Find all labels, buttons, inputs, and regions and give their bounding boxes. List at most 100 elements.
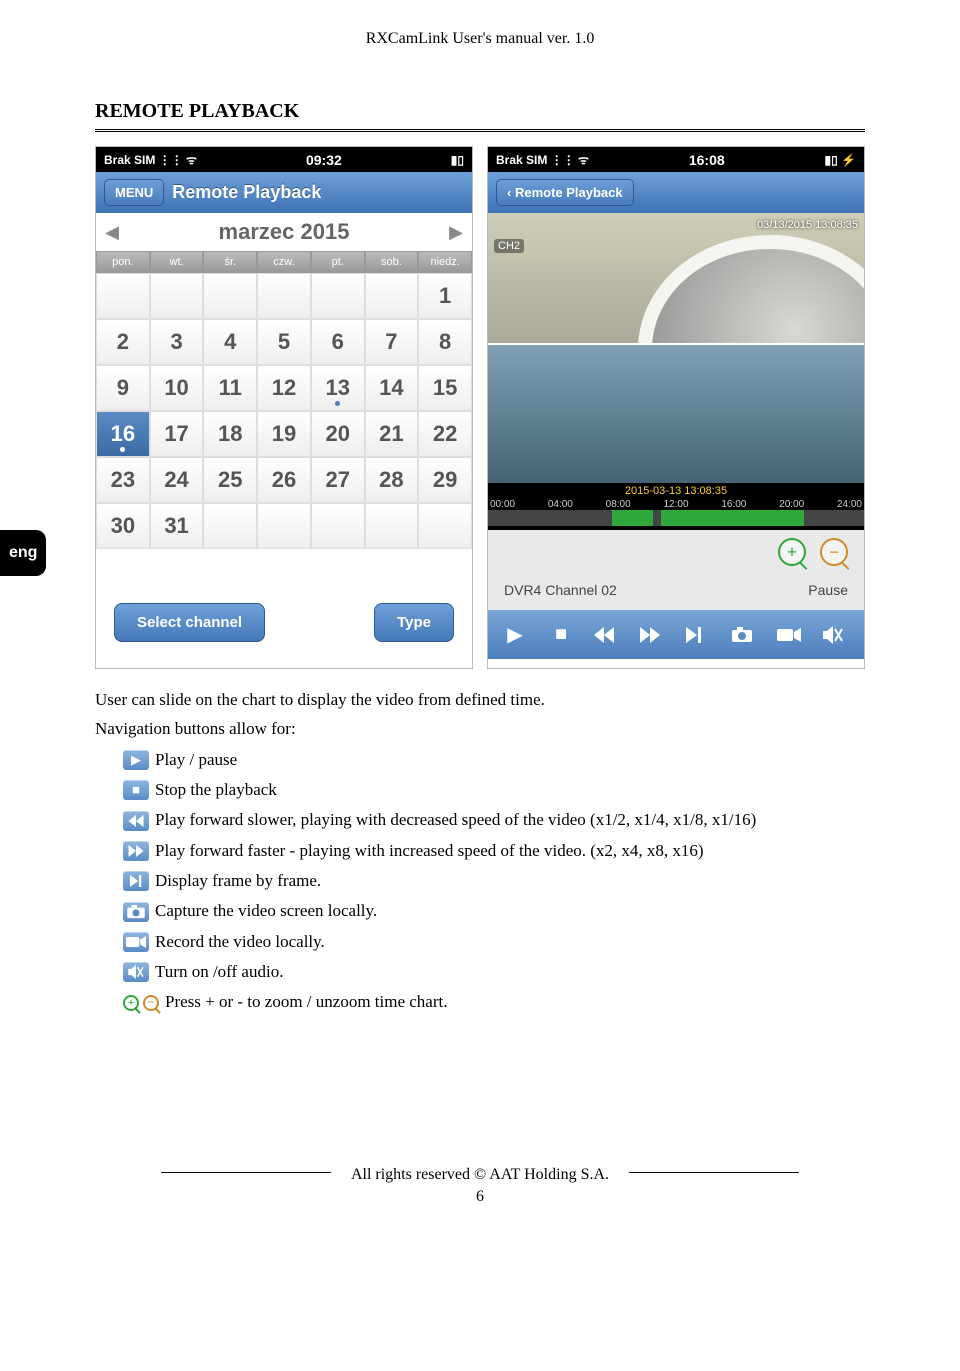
desc-p2: Navigation buttons allow for: — [95, 716, 865, 742]
calendar-day-cell — [311, 503, 365, 549]
month-prev-button[interactable]: ◀ — [96, 222, 128, 243]
legend-play: Play / pause — [155, 747, 237, 773]
timeline-tick: 08:00 — [606, 499, 631, 510]
month-next-button[interactable]: ▶ — [440, 222, 472, 243]
wifi-icon: ⋮⋮ ᯤ — [159, 153, 197, 167]
timeline-tick: 20:00 — [779, 499, 804, 510]
calendar-day-cell[interactable]: 15 — [418, 365, 472, 411]
calendar-day-cell[interactable]: 16 — [96, 411, 150, 457]
record-button[interactable] — [777, 628, 805, 642]
calendar-day-cell[interactable]: 27 — [311, 457, 365, 503]
zoom-row: + − — [488, 530, 864, 574]
timeline-bar[interactable] — [488, 510, 864, 526]
zoom-icons: + − — [123, 995, 159, 1011]
icon-legend: ▶Play / pause ■Stop the playback Play fo… — [95, 747, 865, 1016]
calendar-day-cell[interactable]: 26 — [257, 457, 311, 503]
zoom-out-button[interactable]: − — [820, 538, 848, 566]
status-carrier: Brak SIM ⋮⋮ ᯤ — [496, 151, 589, 168]
back-button[interactable]: ‹ Remote Playback — [496, 179, 634, 206]
phone-playback: Brak SIM ⋮⋮ ᯤ 16:08 ▮▯ ⚡ ‹ Remote Playba… — [487, 146, 865, 669]
timeline-tick: 16:00 — [721, 499, 746, 510]
calendar-day-cell[interactable]: 14 — [365, 365, 419, 411]
calendar-day-cell — [203, 273, 257, 319]
calendar-day-cell — [365, 273, 419, 319]
fast-button[interactable] — [639, 627, 667, 643]
slow-icon — [123, 811, 149, 831]
audio-button[interactable] — [823, 626, 851, 644]
frame-step-button[interactable] — [685, 627, 713, 643]
weekday-header: pon.wt.śr.czw.pt.sob.niedz. — [96, 251, 472, 273]
timeline-segment — [661, 510, 804, 526]
weekday-cell: pt. — [311, 251, 365, 273]
legend-faster: Play forward faster - playing with incre… — [155, 838, 704, 864]
video-timestamp: 03/13/2015 13:08:35 — [757, 219, 858, 231]
timeline-segment — [612, 510, 653, 526]
description: User can slide on the chart to display t… — [95, 687, 865, 1016]
calendar-day-cell[interactable]: 20 — [311, 411, 365, 457]
record-icon — [123, 932, 149, 952]
weekday-cell: pon. — [96, 251, 150, 273]
nav-bar: ‹ Remote Playback — [488, 172, 864, 213]
calendar-day-cell[interactable]: 3 — [150, 319, 204, 365]
menu-button[interactable]: MENU — [104, 179, 164, 206]
legend-slower: Play forward slower, playing with decrea… — [155, 807, 756, 833]
month-nav: ◀ marzec 2015 ▶ — [96, 213, 472, 251]
slow-button[interactable] — [593, 627, 621, 643]
play-button[interactable]: ▶ — [501, 622, 529, 647]
calendar-grid: 1234567891011121314151617181920212223242… — [96, 273, 472, 549]
section-rule — [95, 129, 865, 132]
calendar-day-cell[interactable]: 2 — [96, 319, 150, 365]
timeline-tick: 04:00 — [548, 499, 573, 510]
timeline[interactable]: 2015-03-13 13:08:35 00:0004:0008:0012:00… — [488, 483, 864, 530]
weekday-cell: czw. — [257, 251, 311, 273]
calendar-day-cell[interactable]: 23 — [96, 457, 150, 503]
timeline-tick: 00:00 — [490, 499, 515, 510]
calendar-day-cell — [257, 273, 311, 319]
calendar-day-cell[interactable]: 13 — [311, 365, 365, 411]
select-channel-button[interactable]: Select channel — [114, 603, 265, 642]
type-button[interactable]: Type — [374, 603, 454, 642]
calendar-day-cell[interactable]: 21 — [365, 411, 419, 457]
device-label: DVR4 Channel 02 — [504, 582, 617, 598]
calendar-day-cell[interactable]: 31 — [150, 503, 204, 549]
calendar-day-cell[interactable]: 22 — [418, 411, 472, 457]
calendar-day-cell — [418, 503, 472, 549]
footer-rule-left — [161, 1172, 331, 1173]
calendar-day-cell[interactable]: 9 — [96, 365, 150, 411]
legend-zoom: Press + or - to zoom / unzoom time chart… — [165, 989, 447, 1015]
timeline-ticks: 00:0004:0008:0012:0016:0020:0024:00 — [488, 499, 864, 510]
screenshots-row: Brak SIM ⋮⋮ ᯤ 09:32 ▮▯ MENU Remote Playb… — [95, 146, 865, 669]
wifi-icon: ⋮⋮ ᯤ — [551, 153, 589, 167]
calendar-day-cell[interactable]: 6 — [311, 319, 365, 365]
legend-stop: Stop the playback — [155, 777, 277, 803]
calendar-day-cell[interactable]: 19 — [257, 411, 311, 457]
calendar-day-cell[interactable]: 7 — [365, 319, 419, 365]
calendar-day-cell[interactable]: 5 — [257, 319, 311, 365]
calendar-day-cell[interactable]: 30 — [96, 503, 150, 549]
calendar-day-cell[interactable]: 1 — [418, 273, 472, 319]
calendar-day-cell[interactable]: 10 — [150, 365, 204, 411]
calendar-day-cell[interactable]: 8 — [418, 319, 472, 365]
capture-button[interactable] — [731, 627, 759, 643]
calendar-day-cell[interactable]: 17 — [150, 411, 204, 457]
calendar-day-cell — [203, 503, 257, 549]
zoom-in-button[interactable]: + — [778, 538, 806, 566]
calendar-day-cell — [257, 503, 311, 549]
calendar-day-cell[interactable]: 4 — [203, 319, 257, 365]
lang-tab: eng — [0, 530, 46, 576]
section-title: REMOTE PLAYBACK — [95, 100, 865, 123]
video-frame[interactable]: 03/13/2015 13:08:35 CH2 — [488, 213, 864, 483]
calendar-buttons: Select channel Type — [96, 549, 472, 668]
calendar-day-cell[interactable]: 24 — [150, 457, 204, 503]
weekday-cell: sob. — [365, 251, 419, 273]
calendar-day-cell[interactable]: 25 — [203, 457, 257, 503]
calendar-day-cell[interactable]: 29 — [418, 457, 472, 503]
calendar-day-cell[interactable]: 28 — [365, 457, 419, 503]
calendar-day-cell[interactable]: 18 — [203, 411, 257, 457]
footer-rule-right — [629, 1172, 799, 1173]
month-label: marzec 2015 — [128, 219, 440, 245]
stop-button[interactable]: ■ — [547, 623, 575, 646]
status-bar: Brak SIM ⋮⋮ ᯤ 09:32 ▮▯ — [96, 147, 472, 172]
calendar-day-cell[interactable]: 11 — [203, 365, 257, 411]
calendar-day-cell[interactable]: 12 — [257, 365, 311, 411]
